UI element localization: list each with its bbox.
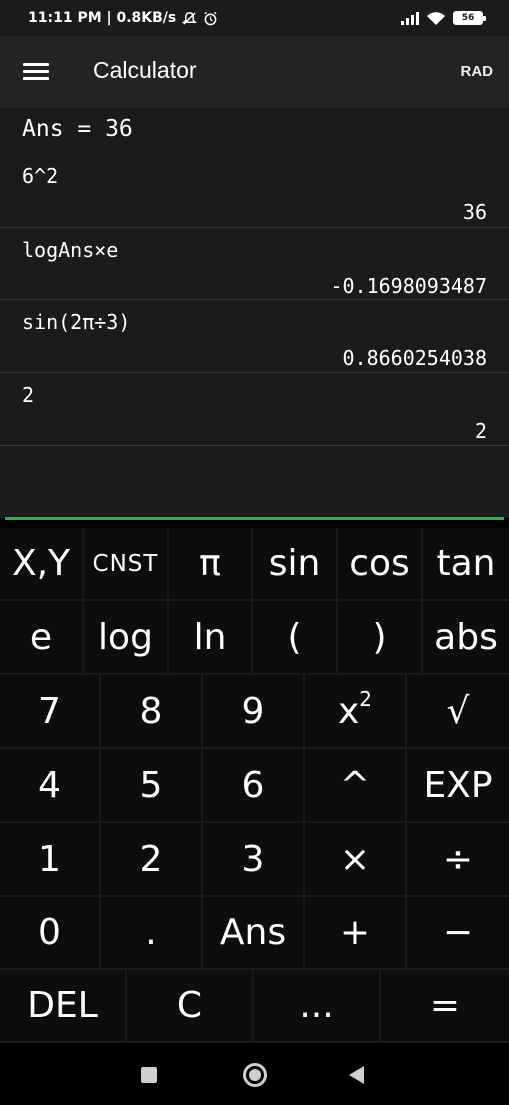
ln-key[interactable]: ln	[169, 601, 253, 675]
wifi-icon	[427, 11, 445, 25]
mute-notifications-icon	[182, 11, 198, 25]
sin-key[interactable]: sin	[253, 528, 338, 601]
digit-2-key[interactable]: 2	[101, 823, 203, 897]
history-entry[interactable]: logAns×e -0.1698093487	[0, 228, 509, 300]
digit-0-key[interactable]: 0	[0, 897, 101, 970]
history-result: 2	[474, 419, 487, 443]
back-icon[interactable]	[349, 1066, 364, 1084]
log-key[interactable]: log	[84, 601, 169, 675]
exp-key[interactable]: EXP	[407, 749, 509, 823]
keypad-row-functions-1: X,Y CNST π sin cos tan	[0, 528, 509, 601]
digit-1-key[interactable]: 1	[0, 823, 101, 897]
app-bar: Calculator RAD	[0, 36, 509, 108]
history-entry[interactable]: sin(2π÷3) 0.8660254038	[0, 300, 509, 373]
recents-icon[interactable]	[141, 1067, 157, 1083]
minus-key[interactable]: −	[407, 897, 509, 970]
digit-7-key[interactable]: 7	[0, 675, 101, 749]
history-expression: 2	[22, 383, 35, 407]
ans-line: Ans = 36	[22, 116, 133, 142]
digit-5-key[interactable]: 5	[101, 749, 203, 823]
angle-mode-toggle[interactable]: RAD	[461, 63, 494, 80]
status-right: 56	[401, 11, 486, 26]
status-time-speed: 11:11 PM | 0.8KB/s	[28, 10, 177, 26]
history-expression: 6^2	[22, 164, 59, 188]
history-display: Ans = 36 6^2 36 logAns×e -0.1698093487 s…	[0, 108, 509, 520]
decimal-point-key[interactable]: .	[101, 897, 203, 970]
plus-key[interactable]: +	[305, 897, 407, 970]
history-entry[interactable]: 2 2	[0, 373, 509, 446]
keypad-row-0: 0 . Ans + −	[0, 897, 509, 970]
history-result: 36	[462, 200, 487, 224]
keypad-row-456: 4 5 6 ^ EXP	[0, 749, 509, 823]
battery-icon: 56	[453, 11, 486, 25]
keypad: X,Y CNST π sin cos tan e log ln ( ) abs …	[0, 528, 509, 1043]
power-key[interactable]: ^	[305, 749, 407, 823]
clear-key[interactable]: C	[127, 970, 254, 1043]
digit-3-key[interactable]: 3	[203, 823, 305, 897]
ans-key[interactable]: Ans	[203, 897, 305, 970]
e-key[interactable]: e	[0, 601, 84, 675]
keypad-row-functions-2: e log ln ( ) abs	[0, 601, 509, 675]
digit-9-key[interactable]: 9	[203, 675, 305, 749]
sqrt-key[interactable]: √	[407, 675, 509, 749]
cos-key[interactable]: cos	[338, 528, 423, 601]
digit-8-key[interactable]: 8	[101, 675, 203, 749]
digit-4-key[interactable]: 4	[0, 749, 101, 823]
tan-key[interactable]: tan	[423, 528, 509, 601]
home-icon[interactable]	[243, 1063, 267, 1087]
divide-key[interactable]: ÷	[407, 823, 509, 897]
app-title: Calculator	[93, 57, 197, 83]
signal-icon	[401, 11, 419, 25]
keypad-row-789: 7 8 9 x2 √	[0, 675, 509, 749]
abs-key[interactable]: abs	[423, 601, 509, 675]
history-entry[interactable]: 6^2 36	[0, 154, 509, 228]
history-result: -0.1698093487	[330, 274, 487, 298]
digit-6-key[interactable]: 6	[203, 749, 305, 823]
keypad-row-123: 1 2 3 × ÷	[0, 823, 509, 897]
delete-key[interactable]: DEL	[0, 970, 127, 1043]
history-result: 0.8660254038	[342, 346, 488, 370]
xy-key[interactable]: X,Y	[0, 528, 84, 601]
square-key-base: x	[337, 690, 360, 732]
multiply-key[interactable]: ×	[305, 823, 407, 897]
history-expression: logAns×e	[22, 238, 119, 262]
menu-icon[interactable]	[23, 63, 49, 81]
alarm-clock-icon	[204, 11, 217, 25]
open-paren-key[interactable]: (	[253, 601, 338, 675]
status-left: 11:11 PM | 0.8KB/s	[28, 10, 218, 26]
system-nav-bar	[0, 1043, 509, 1105]
equals-key[interactable]: =	[381, 970, 509, 1043]
pi-key[interactable]: π	[169, 528, 253, 601]
square-key-exponent: 2	[359, 687, 373, 711]
close-paren-key[interactable]: )	[338, 601, 423, 675]
input-divider	[5, 517, 504, 520]
history-expression: sin(2π÷3)	[22, 310, 131, 334]
more-options-key[interactable]: ...	[254, 970, 381, 1043]
constants-key[interactable]: CNST	[84, 528, 169, 601]
square-key[interactable]: x2	[305, 675, 407, 749]
keypad-row-actions: DEL C ... =	[0, 970, 509, 1043]
status-bar: 11:11 PM | 0.8KB/s 56	[0, 0, 509, 36]
